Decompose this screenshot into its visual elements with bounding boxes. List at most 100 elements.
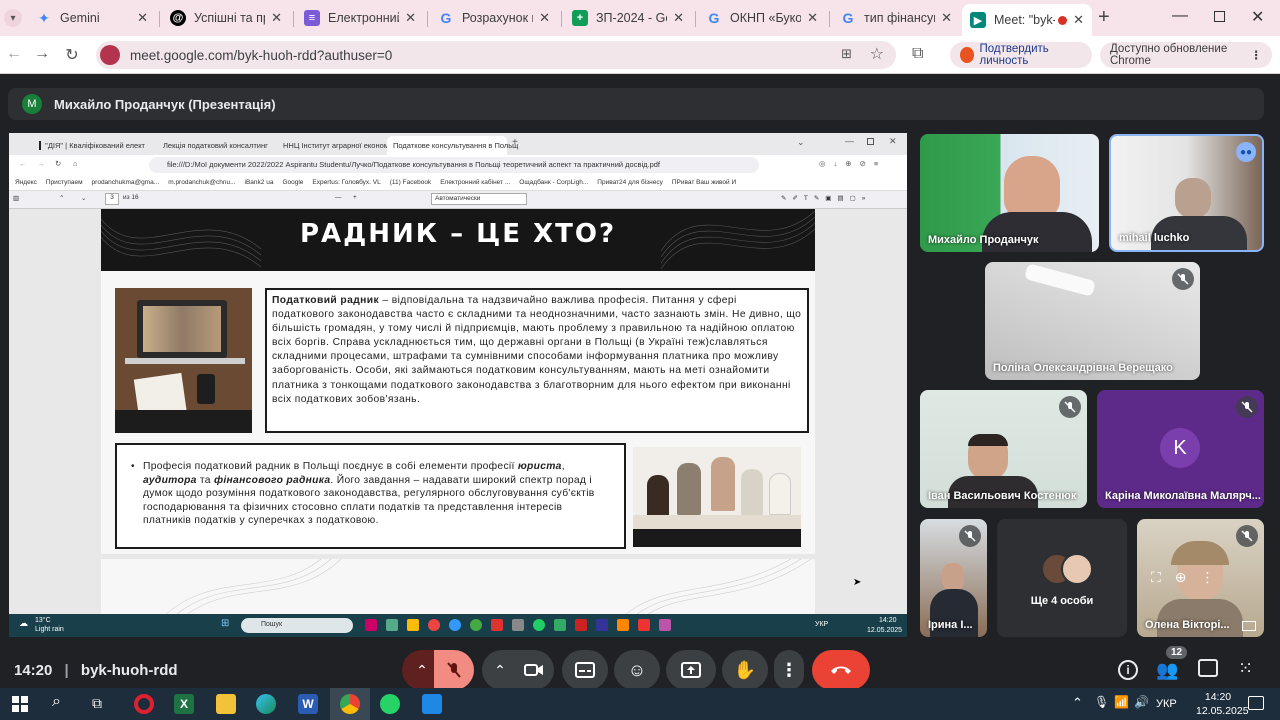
windows-taskbar: ⌕ ⧉ X W ⌃ 🎙 📶 🔊 УКР 14:20 12.05.2025 <box>0 688 1280 720</box>
excel-icon[interactable]: X <box>174 694 194 714</box>
video-tile-mykhailo[interactable]: Михайло Проданчук <box>920 134 1099 252</box>
word-icon[interactable]: W <box>298 694 318 714</box>
browser-tab-1[interactable]: @ Успішні та прові ✕ <box>162 4 290 32</box>
omnibox[interactable]: meet.google.com/byk-huoh-rdd?authuser=0 … <box>96 41 896 69</box>
reload-button[interactable]: ↻ <box>62 45 82 65</box>
chat-icon[interactable] <box>1198 659 1218 677</box>
file-explorer-icon[interactable] <box>216 694 236 714</box>
close-tab-icon[interactable]: ✕ <box>271 10 282 26</box>
browser-tab-4[interactable]: + ЗП-2024 - Goog ✕ <box>564 4 692 32</box>
meet-area: М Михайло Проданчук (Презентація) "ДІЯ" … <box>0 74 1280 690</box>
people-button[interactable]: 👥 12 <box>1156 646 1188 681</box>
meeting-info-icon[interactable]: i <box>1118 660 1138 680</box>
tray-mic-icon[interactable]: 🎙 <box>1094 695 1109 709</box>
captions-button[interactable] <box>562 650 608 690</box>
close-tab-icon[interactable]: ✕ <box>539 10 550 26</box>
slide-header: РАДНИК – ЦЕ ХТО? <box>101 209 815 271</box>
leave-call-button[interactable] <box>812 650 870 690</box>
tray-clock[interactable]: 14:20 12.05.2025 <box>1196 690 1249 718</box>
google-icon: G <box>708 10 720 26</box>
site-info-icon[interactable] <box>100 45 120 65</box>
muted-mic-icon <box>1236 525 1258 547</box>
video-tile-polina[interactable]: Поліна Олександрівна Верещако <box>985 262 1200 380</box>
participant-name: Поліна Олександрівна Верещако <box>993 362 1173 374</box>
close-window-button[interactable]: ✕ <box>1251 7 1264 27</box>
slide-page: РАДНИК – ЦЕ ХТО? Податковий радник – від… <box>101 209 815 554</box>
more-participants-tile[interactable]: Ще 4 особи <box>997 519 1127 637</box>
pip-icon[interactable] <box>1242 621 1256 631</box>
next-slide-page <box>101 559 815 614</box>
browser-tab-3[interactable]: G Розрахунок пок ✕ <box>430 4 558 32</box>
edge-icon[interactable] <box>256 694 276 714</box>
emoji-reactions-button[interactable]: ☺ <box>614 650 660 690</box>
participant-name: Іван Васильович Костенюк <box>928 490 1077 502</box>
notifications-icon[interactable] <box>1248 696 1264 710</box>
url-text: meet.google.com/byk-huoh-rdd?authuser=0 <box>130 47 393 63</box>
more-options-button[interactable]: ⋮ <box>774 650 804 690</box>
forward-button[interactable]: → <box>32 45 52 63</box>
close-tab-icon[interactable]: ✕ <box>673 10 684 26</box>
browser-tab-7[interactable]: ▶ Meet: "byk-h ✕ <box>962 4 1092 36</box>
activities-icon[interactable]: ⁙ <box>1238 658 1253 679</box>
camera-options-button[interactable]: ⌃ <box>482 650 518 690</box>
browser-tab-2[interactable]: ≡ Електронний ка ✕ <box>296 4 424 32</box>
close-tab-icon[interactable]: ✕ <box>405 10 416 26</box>
meet-controls-bar: 14:20 | byk-huoh-rdd ⌃ ⌃ ☺ ✋ ⋮ i 👥 12 ⁙ <box>0 644 1280 690</box>
participant-name: Ірина І... <box>928 619 973 631</box>
google-icon: G <box>842 10 854 26</box>
minimize-window-button[interactable]: — <box>1172 7 1188 25</box>
tray-chevron-icon[interactable]: ⌃ <box>1072 695 1083 711</box>
shared-tab-0: "ДІЯ" | Кваліфікований елект <box>33 136 151 155</box>
shared-address-bar: ← → ↻ ⌂ file:///D:/Мої документи 2022/20… <box>9 155 907 175</box>
raise-hand-button[interactable]: ✋ <box>722 650 768 690</box>
team-photo <box>633 447 801 547</box>
task-view-icon[interactable]: ⧉ <box>92 695 102 712</box>
mic-toggle-button[interactable] <box>434 650 474 690</box>
video-tile-iryna[interactable]: Ірина І... <box>920 519 987 637</box>
chrome-update-button[interactable]: Доступно обновление Chrome ⋮ <box>1100 42 1272 68</box>
video-tile-olena[interactable]: ⛶⊕⋮ Олена Вікторі... <box>1137 519 1264 637</box>
video-tile-ivan[interactable]: Іван Васильович Костенюк <box>920 390 1087 508</box>
shared-screen: "ДІЯ" | Кваліфікований елект Лекція пода… <box>9 133 907 637</box>
participant-count-badge: 12 <box>1166 646 1188 659</box>
present-screen-button[interactable] <box>666 650 716 690</box>
tray-language[interactable]: УКР <box>1156 698 1177 710</box>
search-icon[interactable]: ⌕ <box>52 693 61 711</box>
camera-toggle-button[interactable] <box>514 650 554 690</box>
close-tab-icon[interactable]: ✕ <box>807 10 818 26</box>
doc-icon: ≡ <box>304 10 320 26</box>
browser-tab-0[interactable]: ✦ Gemini ✕ <box>28 4 156 32</box>
participant-avatar: K <box>1160 428 1200 468</box>
opera-icon[interactable] <box>134 694 154 714</box>
whatsapp-icon[interactable] <box>380 694 400 714</box>
chrome-icon[interactable] <box>340 694 360 714</box>
close-tab-icon[interactable]: ✕ <box>137 10 148 26</box>
participant-name: Олена Вікторі... <box>1145 619 1230 631</box>
browser-tab-5[interactable]: G ОКНП «Буковин ✕ <box>698 4 826 32</box>
windows-start-icon[interactable] <box>12 696 28 712</box>
participant-name: Каріна Миколаївна Малярч... <box>1105 490 1261 502</box>
bookmark-star-icon[interactable]: ☆ <box>870 44 884 64</box>
video-tile-mihail[interactable]: ●● mihail luchko <box>1109 134 1264 252</box>
threads-icon: @ <box>170 10 186 26</box>
mic-off-icon <box>447 662 461 678</box>
video-tile-karina[interactable]: K Каріна Миколаївна Малярч... <box>1097 390 1264 508</box>
browser-tab-6[interactable]: G тип фінансуван ✕ <box>832 4 960 32</box>
extensions-icon[interactable]: ⧉ <box>912 45 923 63</box>
tile-hover-controls[interactable]: ⛶⊕⋮ <box>1151 569 1229 586</box>
tray-volume-icon[interactable]: 🔊 <box>1134 695 1149 709</box>
app-icon[interactable] <box>422 694 442 714</box>
definition-textbox: Податковий радник – відповідальна та над… <box>265 288 809 433</box>
tray-wifi-icon[interactable]: 📶 <box>1114 695 1129 709</box>
sheets-icon: + <box>572 10 588 26</box>
camera-icon <box>524 664 543 676</box>
translate-icon[interactable]: ⊞ <box>841 46 852 62</box>
close-tab-icon[interactable]: ✕ <box>1073 12 1084 28</box>
close-tab-icon[interactable]: ✕ <box>941 10 952 26</box>
verify-identity-button[interactable]: Подтвердить личность <box>950 42 1092 68</box>
new-tab-button[interactable]: + <box>1098 6 1110 29</box>
maximize-window-button[interactable] <box>1214 11 1225 22</box>
profession-textbox: • Професія податковий радник в Польщі по… <box>115 443 626 549</box>
back-button[interactable]: ← <box>4 45 24 63</box>
tab-search-button[interactable]: ▾ <box>4 9 22 27</box>
